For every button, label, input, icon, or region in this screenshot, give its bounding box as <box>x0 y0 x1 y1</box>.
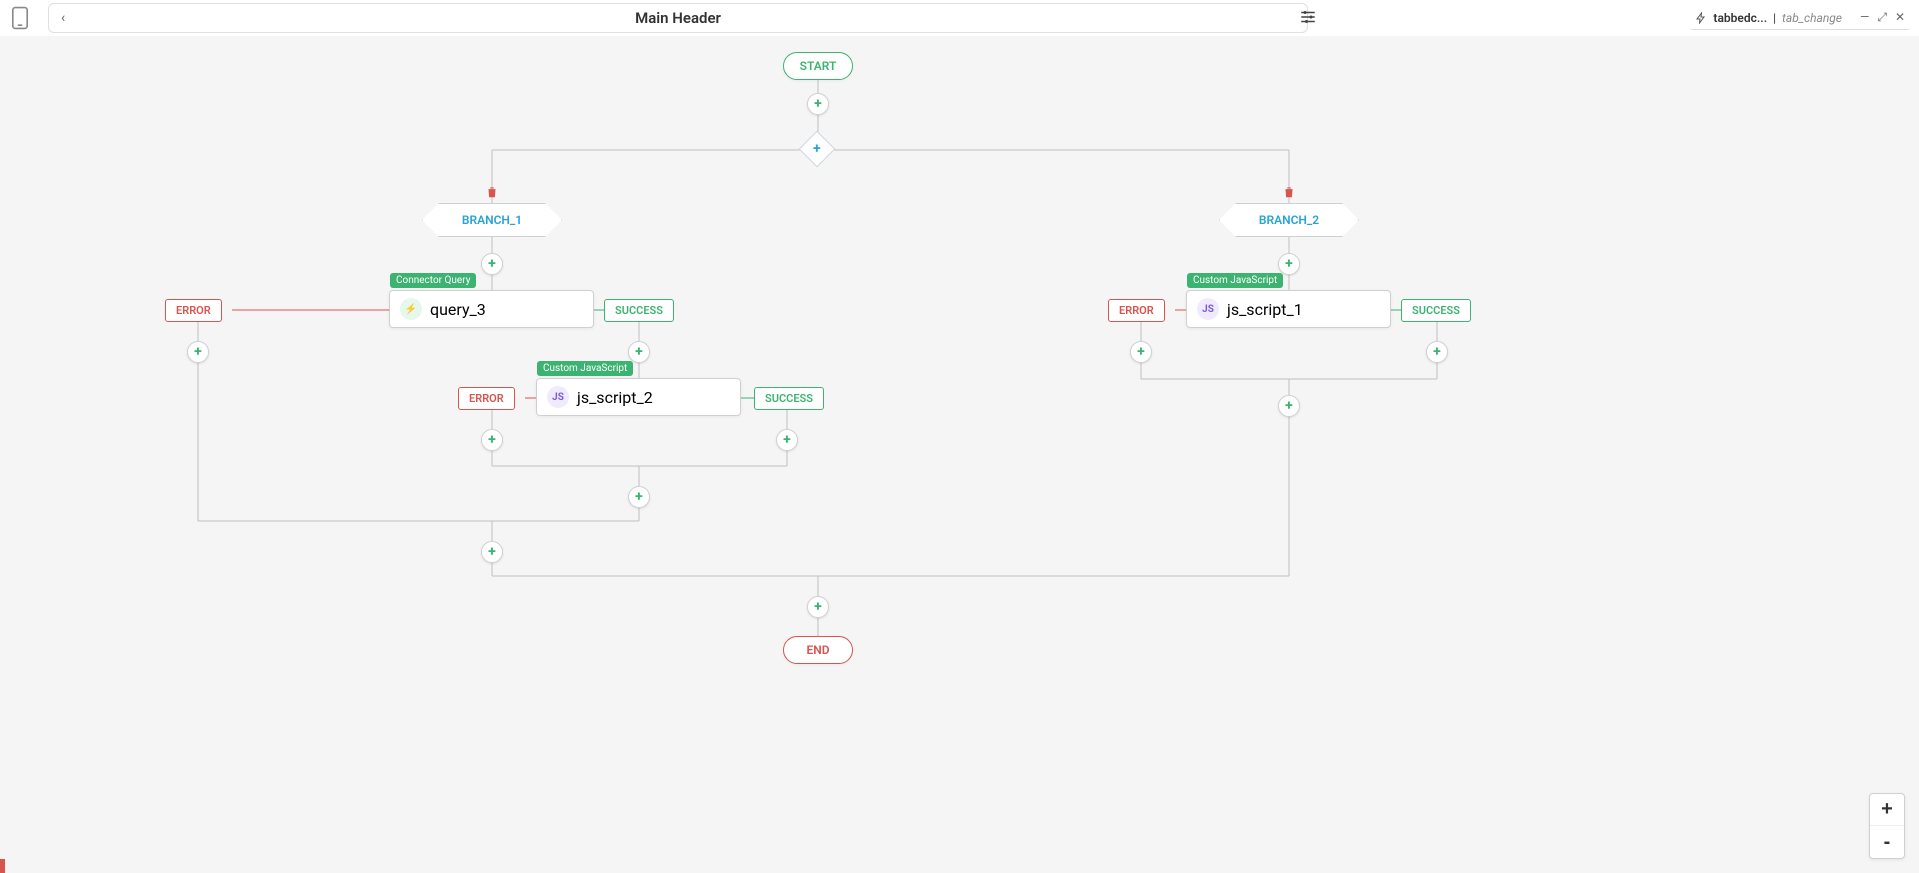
block-name: js_script_2 <box>577 388 653 407</box>
tag-success[interactable]: SUCCESS <box>604 299 674 322</box>
add-button[interactable]: + <box>1426 341 1448 363</box>
block-name: js_script_1 <box>1227 300 1303 319</box>
add-button[interactable]: + <box>628 341 650 363</box>
split-diamond[interactable]: + <box>799 131 836 168</box>
add-button[interactable]: + <box>481 253 503 275</box>
block-type-label: Custom JavaScript <box>537 361 633 376</box>
zoom-out-button[interactable]: - <box>1870 826 1904 858</box>
tab-name: tabbedc... <box>1713 11 1767 25</box>
tab-strip: tabbedc... | tab_change — ⤢ ✕ <box>1691 6 1909 30</box>
collapse-icon[interactable]: ⤢ <box>1877 10 1887 25</box>
block-js-script-1[interactable]: Custom JavaScript JS js_script_1 <box>1186 290 1391 328</box>
js-icon: JS <box>1197 298 1219 320</box>
add-button[interactable]: + <box>481 429 503 451</box>
settings-icon[interactable] <box>1290 8 1326 26</box>
branch-node-1[interactable]: BRANCH_1 <box>422 203 562 237</box>
tag-success[interactable]: SUCCESS <box>754 387 824 410</box>
tag-success[interactable]: SUCCESS <box>1401 299 1471 322</box>
block-js-script-2[interactable]: Custom JavaScript JS js_script_2 <box>536 378 741 416</box>
device-icon[interactable] <box>0 6 40 30</box>
close-icon[interactable]: ✕ <box>1895 10 1905 25</box>
add-button[interactable]: + <box>807 93 829 115</box>
block-type-label: Connector Query <box>390 273 476 288</box>
minimize-icon[interactable]: — <box>1860 10 1869 25</box>
end-node[interactable]: END <box>783 636 853 664</box>
plus-icon: + <box>813 141 821 157</box>
tag-error[interactable]: ERROR <box>458 387 515 410</box>
add-button[interactable]: + <box>1130 341 1152 363</box>
js-icon: JS <box>547 386 569 408</box>
block-type-label: Custom JavaScript <box>1187 273 1283 288</box>
add-button[interactable]: + <box>1278 395 1300 417</box>
add-button[interactable]: + <box>776 429 798 451</box>
block-name: query_3 <box>430 300 486 319</box>
zoom-in-button[interactable]: + <box>1870 794 1904 826</box>
bolt-icon: ⚡ <box>400 298 422 320</box>
add-button[interactable]: + <box>807 596 829 618</box>
branch-node-2[interactable]: BRANCH_2 <box>1219 203 1359 237</box>
page-title: Main Header <box>49 9 1307 27</box>
tab-item[interactable]: tabbedc... | tab_change <box>1695 11 1842 25</box>
tab-subtab: tab_change <box>1782 11 1842 25</box>
add-button[interactable]: + <box>187 341 209 363</box>
trash-icon[interactable] <box>485 184 499 198</box>
back-arrow-icon[interactable]: ‹ <box>61 10 65 26</box>
block-query-3[interactable]: Connector Query ⚡ query_3 <box>389 290 594 328</box>
tag-error[interactable]: ERROR <box>165 299 222 322</box>
tag-error[interactable]: ERROR <box>1108 299 1165 322</box>
indicator-strip <box>0 859 5 873</box>
add-button[interactable]: + <box>1278 253 1300 275</box>
trash-icon[interactable] <box>1282 184 1296 198</box>
add-button[interactable]: + <box>628 486 650 508</box>
add-button[interactable]: + <box>481 541 503 563</box>
header-bar: ‹ Main Header <box>48 3 1308 33</box>
start-node[interactable]: START <box>783 52 853 80</box>
zoom-controls: + - <box>1869 793 1905 859</box>
